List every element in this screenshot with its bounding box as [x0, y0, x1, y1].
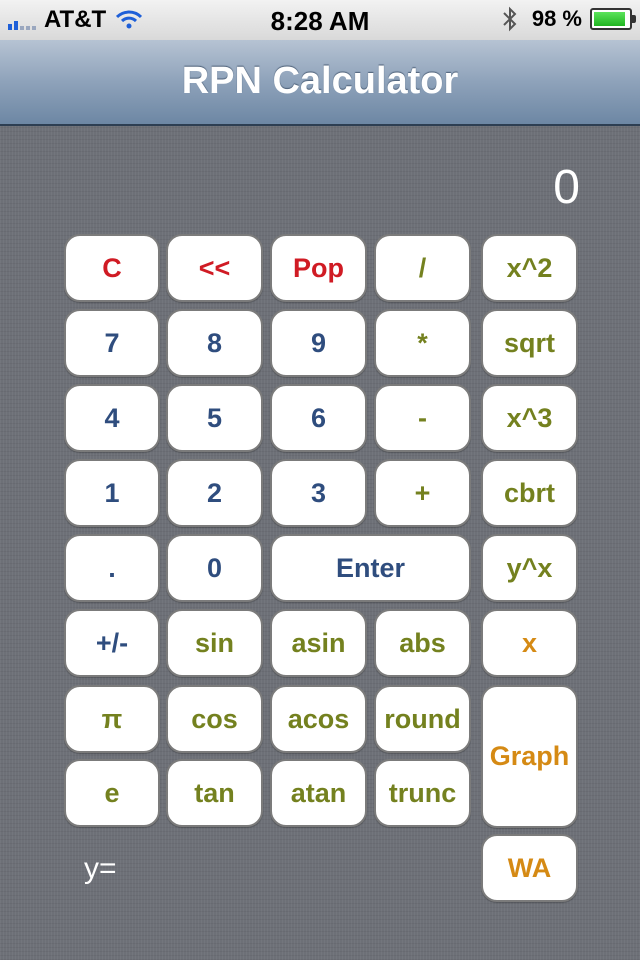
backspace-button[interactable]: <<	[166, 234, 263, 302]
multiply-button[interactable]: *	[374, 309, 471, 377]
digit-4-button[interactable]: 4	[64, 384, 160, 452]
e-button[interactable]: e	[64, 759, 160, 827]
battery-percent: 98 %	[531, 6, 582, 31]
cos-button[interactable]: cos	[166, 685, 263, 753]
sin-button[interactable]: sin	[166, 609, 263, 677]
digit-8-button[interactable]: 8	[166, 309, 263, 377]
abs-button[interactable]: abs	[374, 609, 471, 677]
atan-button[interactable]: atan	[270, 759, 367, 827]
variable-x-button[interactable]: x	[481, 609, 578, 677]
clear-button[interactable]: C	[64, 234, 160, 302]
digit-7-button[interactable]: 7	[64, 309, 160, 377]
sqrt-button[interactable]: sqrt	[481, 309, 578, 377]
round-button[interactable]: round	[374, 685, 471, 753]
plus-button[interactable]: +	[374, 459, 471, 527]
page-title: RPN Calculator	[181, 60, 459, 102]
trunc-button[interactable]: trunc	[374, 759, 471, 827]
digit-5-button[interactable]: 5	[166, 384, 263, 452]
pop-button[interactable]: Pop	[270, 234, 367, 302]
digit-9-button[interactable]: 9	[270, 309, 367, 377]
cube-button[interactable]: x^3	[481, 384, 578, 452]
status-bar: AT&T 8:28 AM 98 %	[0, 0, 640, 40]
digit-0-button[interactable]: 0	[166, 534, 263, 602]
divide-button[interactable]: /	[374, 234, 471, 302]
digit-1-button[interactable]: 1	[64, 459, 160, 527]
display-value: 0	[553, 161, 580, 214]
negate-button[interactable]: +/-	[64, 609, 160, 677]
digit-6-button[interactable]: 6	[270, 384, 367, 452]
enter-button[interactable]: Enter	[270, 534, 471, 602]
asin-button[interactable]: asin	[270, 609, 367, 677]
cbrt-button[interactable]: cbrt	[481, 459, 578, 527]
battery-icon	[590, 8, 636, 30]
tan-button[interactable]: tan	[166, 759, 263, 827]
square-button[interactable]: x^2	[481, 234, 578, 302]
status-right: 98 %	[502, 6, 636, 32]
graph-button[interactable]: Graph	[481, 685, 578, 828]
digit-2-button[interactable]: 2	[166, 459, 263, 527]
power-button[interactable]: y^x	[481, 534, 578, 602]
decimal-point-button[interactable]: .	[64, 534, 160, 602]
minus-button[interactable]: -	[374, 384, 471, 452]
navigation-bar: RPN Calculator	[0, 40, 640, 126]
acos-button[interactable]: acos	[270, 685, 367, 753]
pi-button[interactable]: π	[64, 685, 160, 753]
bluetooth-icon	[503, 6, 517, 32]
function-label: y=	[84, 852, 117, 885]
digit-3-button[interactable]: 3	[270, 459, 367, 527]
wolfram-alpha-button[interactable]: WA	[481, 834, 578, 902]
